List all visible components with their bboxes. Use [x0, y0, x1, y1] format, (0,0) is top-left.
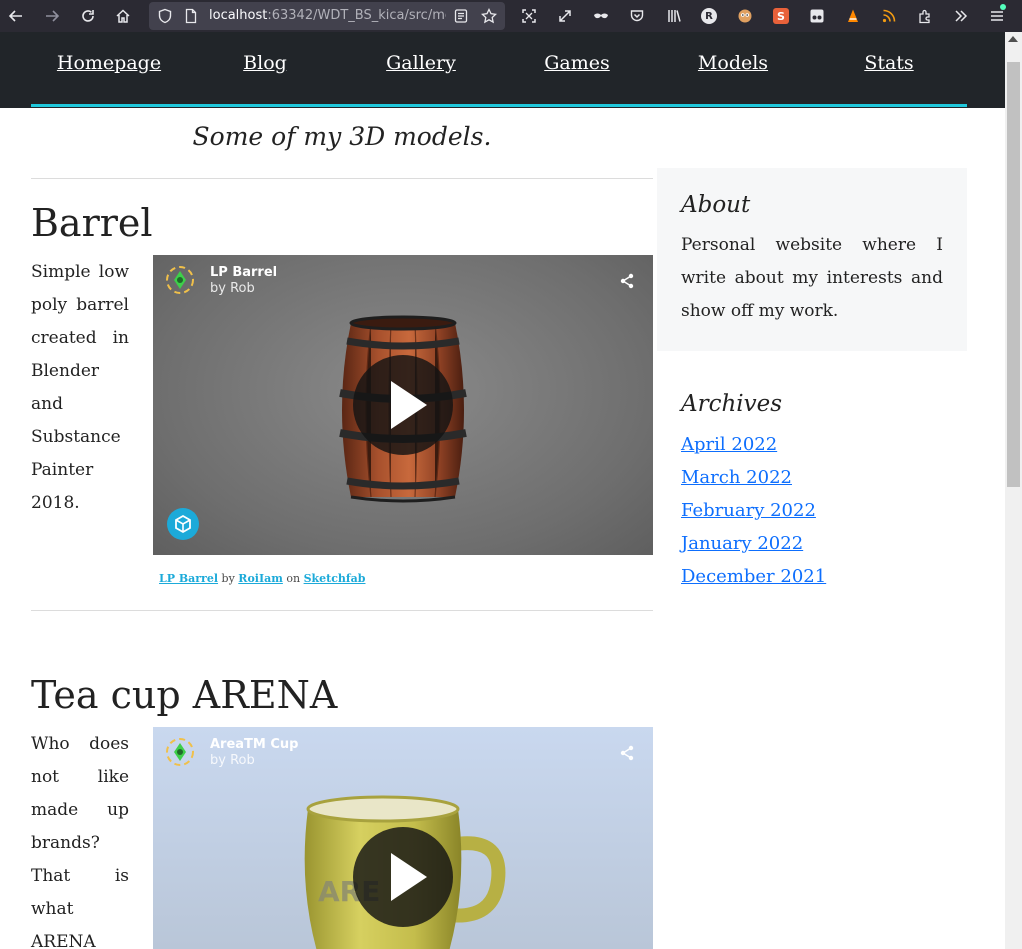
scrollbar-thumb[interactable] [1007, 62, 1020, 487]
sketchfab-avatar-icon[interactable] [165, 737, 195, 767]
embed-credit: LP Barrel by RoiIam on Sketchfab [159, 572, 366, 585]
nav-underline [31, 104, 967, 107]
sketchfab-embed-tea-cup[interactable]: AreaTM Cup by Rob ARE [153, 727, 653, 949]
archive-link-march-2022[interactable]: March 2022 [681, 467, 792, 488]
extensions-icon[interactable] [913, 4, 937, 28]
expand-icon[interactable] [553, 4, 577, 28]
archive-item: March 2022 [681, 461, 826, 494]
back-arrow-icon[interactable] [4, 4, 28, 28]
profile-r-icon[interactable]: R [697, 4, 721, 28]
nav-link-blog[interactable]: Blog [187, 52, 343, 74]
url-bar[interactable]: localhost:63342/WDT_BS_kica/src/mod [149, 2, 505, 30]
extension-icon[interactable] [733, 4, 757, 28]
archive-item: December 2021 [681, 560, 826, 593]
s-extension-badge: S [773, 8, 789, 24]
archives-heading: Archives [681, 391, 783, 417]
post-title-barrel: Barrel [31, 201, 153, 245]
archive-link-january-2022[interactable]: January 2022 [681, 533, 803, 554]
archive-link-february-2022[interactable]: February 2022 [681, 500, 816, 521]
screenshot-icon[interactable] [517, 4, 541, 28]
url-host: localhost [209, 8, 268, 23]
update-indicator [1000, 4, 1006, 10]
embed-title[interactable]: AreaTM Cup [210, 737, 299, 752]
s-extension-icon[interactable]: S [769, 4, 793, 28]
pocket-icon[interactable] [625, 4, 649, 28]
credit-author-link[interactable]: RoiIam [238, 572, 283, 585]
about-text: Personal website where I write about my … [681, 235, 943, 321]
nav-link-gallery[interactable]: Gallery [343, 52, 499, 74]
page-tagline: Some of my 3D models. [192, 122, 492, 151]
reader-view-icon[interactable] [449, 4, 473, 28]
profile-badge: R [701, 8, 717, 24]
credit-on: on [286, 572, 301, 585]
sketchfab-logo-icon[interactable] [167, 508, 199, 540]
share-icon[interactable] [619, 273, 635, 289]
divider [31, 610, 653, 611]
star-icon[interactable] [477, 4, 501, 28]
browser-toolbar: localhost:63342/WDT_BS_kica/src/mod R S [0, 0, 1022, 32]
nav-link-stats[interactable]: Stats [811, 52, 967, 74]
archive-item: February 2022 [681, 494, 826, 527]
reload-icon[interactable] [76, 4, 100, 28]
sketchfab-avatar-icon[interactable] [165, 265, 195, 295]
extension-icon-2[interactable] [805, 4, 829, 28]
shield-icon[interactable] [153, 4, 177, 28]
post-title-tea-cup: Tea cup ARENA [31, 673, 338, 717]
share-icon[interactable] [619, 745, 635, 761]
embed-author[interactable]: by Rob [210, 281, 255, 296]
divider [31, 178, 653, 179]
vlc-icon[interactable] [841, 4, 865, 28]
about-heading: About [681, 192, 751, 218]
nav-link-models[interactable]: Models [655, 52, 811, 74]
archive-link-december-2021[interactable]: December 2021 [681, 566, 826, 587]
page-scrollbar[interactable] [1005, 32, 1022, 949]
rss-icon[interactable] [877, 4, 901, 28]
overflow-icon[interactable] [949, 4, 973, 28]
mask-icon[interactable] [589, 4, 613, 28]
nav-link-games[interactable]: Games [499, 52, 655, 74]
embed-author[interactable]: by Rob [210, 753, 255, 768]
forward-arrow-icon[interactable] [40, 4, 64, 28]
archive-item: April 2022 [681, 428, 826, 461]
archive-link-april-2022[interactable]: April 2022 [681, 434, 777, 455]
credit-site-link[interactable]: Sketchfab [304, 572, 366, 585]
page-icon [179, 4, 203, 28]
archives-list: April 2022 March 2022 February 2022 Janu… [681, 428, 826, 593]
post-text-tea-cup: Who does not like made up brands? That i… [31, 734, 129, 949]
scroll-up-arrow-icon[interactable] [1008, 36, 1018, 42]
url-path: :63342/WDT_BS_kica/src/mod [267, 8, 446, 23]
sketchfab-embed-barrel[interactable]: LP Barrel by Rob [153, 255, 653, 555]
embed-title[interactable]: LP Barrel [210, 265, 277, 280]
nav-link-homepage[interactable]: Homepage [31, 52, 187, 74]
play-button[interactable] [353, 827, 453, 927]
play-button[interactable] [353, 355, 453, 455]
url-text[interactable]: localhost:63342/WDT_BS_kica/src/mod [209, 8, 446, 23]
archive-item: January 2022 [681, 527, 826, 560]
post-text-barrel: Simple low poly barrel created in Blende… [31, 262, 129, 513]
home-icon[interactable] [111, 4, 135, 28]
credit-by: by [221, 572, 235, 585]
library-icon[interactable] [662, 4, 686, 28]
credit-model-link[interactable]: LP Barrel [159, 572, 218, 585]
